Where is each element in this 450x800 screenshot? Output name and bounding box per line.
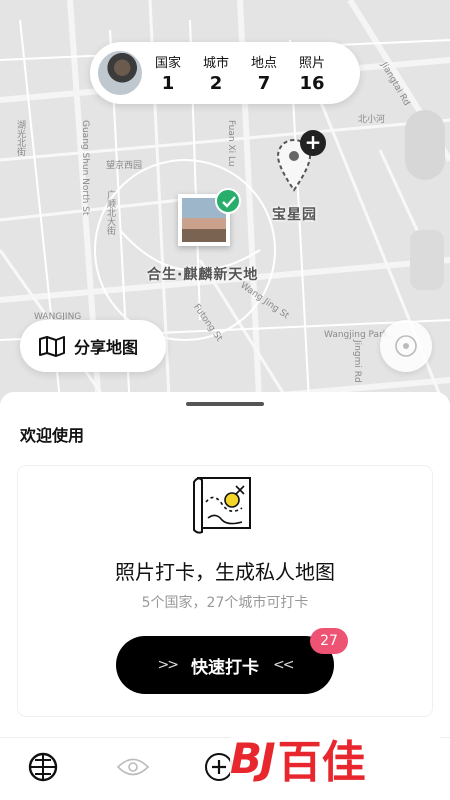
map-label: 广顺北大街 xyxy=(105,190,115,235)
map-label: Wangjing Park xyxy=(324,330,388,340)
stat-label: 城市 xyxy=(202,56,229,71)
stats-card[interactable]: 国家 1 城市 2 地点 7 照片 16 xyxy=(90,42,360,104)
share-map-label: 分享地图 xyxy=(74,338,139,357)
chevron-left-icon: << xyxy=(273,657,295,673)
stat-cities: 城市 2 xyxy=(192,52,240,94)
quick-checkin-button[interactable]: >> 快速打卡 << xyxy=(116,636,334,694)
stat-label: 国家 xyxy=(154,56,181,71)
card-title: 照片打卡，生成私人地图 xyxy=(115,560,335,584)
map-label: 北小河 xyxy=(358,115,386,125)
photo-label[interactable]: 合生·麒麟新天地 xyxy=(147,264,258,284)
treasure-map-icon xyxy=(193,477,251,534)
chevron-right-icon: >> xyxy=(157,657,180,673)
welcome-card: 照片打卡，生成私人地图 5个国家，27个城市可打卡 >> 快速打卡 << 27 xyxy=(18,466,432,716)
stat-label: 照片 xyxy=(298,56,325,71)
card-subtitle: 5个国家，27个城市可打卡 xyxy=(141,595,309,611)
bottom-sheet: 欢迎使用 照片打卡，生成私人地图 5个国家，27个城市可打卡 >> 快速打卡 <… xyxy=(0,392,450,737)
pin-label[interactable]: 宝星园 xyxy=(272,204,317,224)
stat-value: 7 xyxy=(257,73,271,94)
map-icon xyxy=(39,336,65,357)
stat-value: 16 xyxy=(299,73,325,94)
stat-value: 1 xyxy=(161,73,175,94)
add-place-icon[interactable]: + xyxy=(300,130,326,156)
welcome-title: 欢迎使用 xyxy=(20,426,85,445)
eye-icon[interactable] xyxy=(116,752,150,782)
stat-countries: 国家 1 xyxy=(144,52,192,94)
sheet-handle[interactable] xyxy=(186,402,264,406)
stat-places: 地点 7 xyxy=(240,52,288,94)
locate-button[interactable] xyxy=(380,320,432,372)
map-label: 望京西园 xyxy=(106,161,143,171)
checkin-label: 快速打卡 xyxy=(191,657,259,678)
avatar[interactable] xyxy=(96,49,144,97)
stat-label: 地点 xyxy=(250,56,277,71)
map-label: Jingmi Rd xyxy=(352,340,362,383)
count-badge: 27 xyxy=(310,628,348,654)
share-map-button[interactable]: 分享地图 xyxy=(20,320,166,372)
watermark-mark: BJ xyxy=(230,733,276,783)
map-label: 湖光北街 xyxy=(15,120,25,156)
map-label: Guang Shun North St xyxy=(80,120,90,216)
watermark-text: 百佳 xyxy=(277,737,366,788)
stat-photos: 照片 16 xyxy=(288,52,336,94)
stat-value: 2 xyxy=(209,73,223,94)
locate-icon xyxy=(395,335,417,357)
globe-icon[interactable] xyxy=(28,752,58,782)
watermark-logo: BJ 百佳 xyxy=(230,726,440,790)
check-icon xyxy=(215,188,241,214)
map-label: Fuan Xi Lu xyxy=(226,120,236,167)
